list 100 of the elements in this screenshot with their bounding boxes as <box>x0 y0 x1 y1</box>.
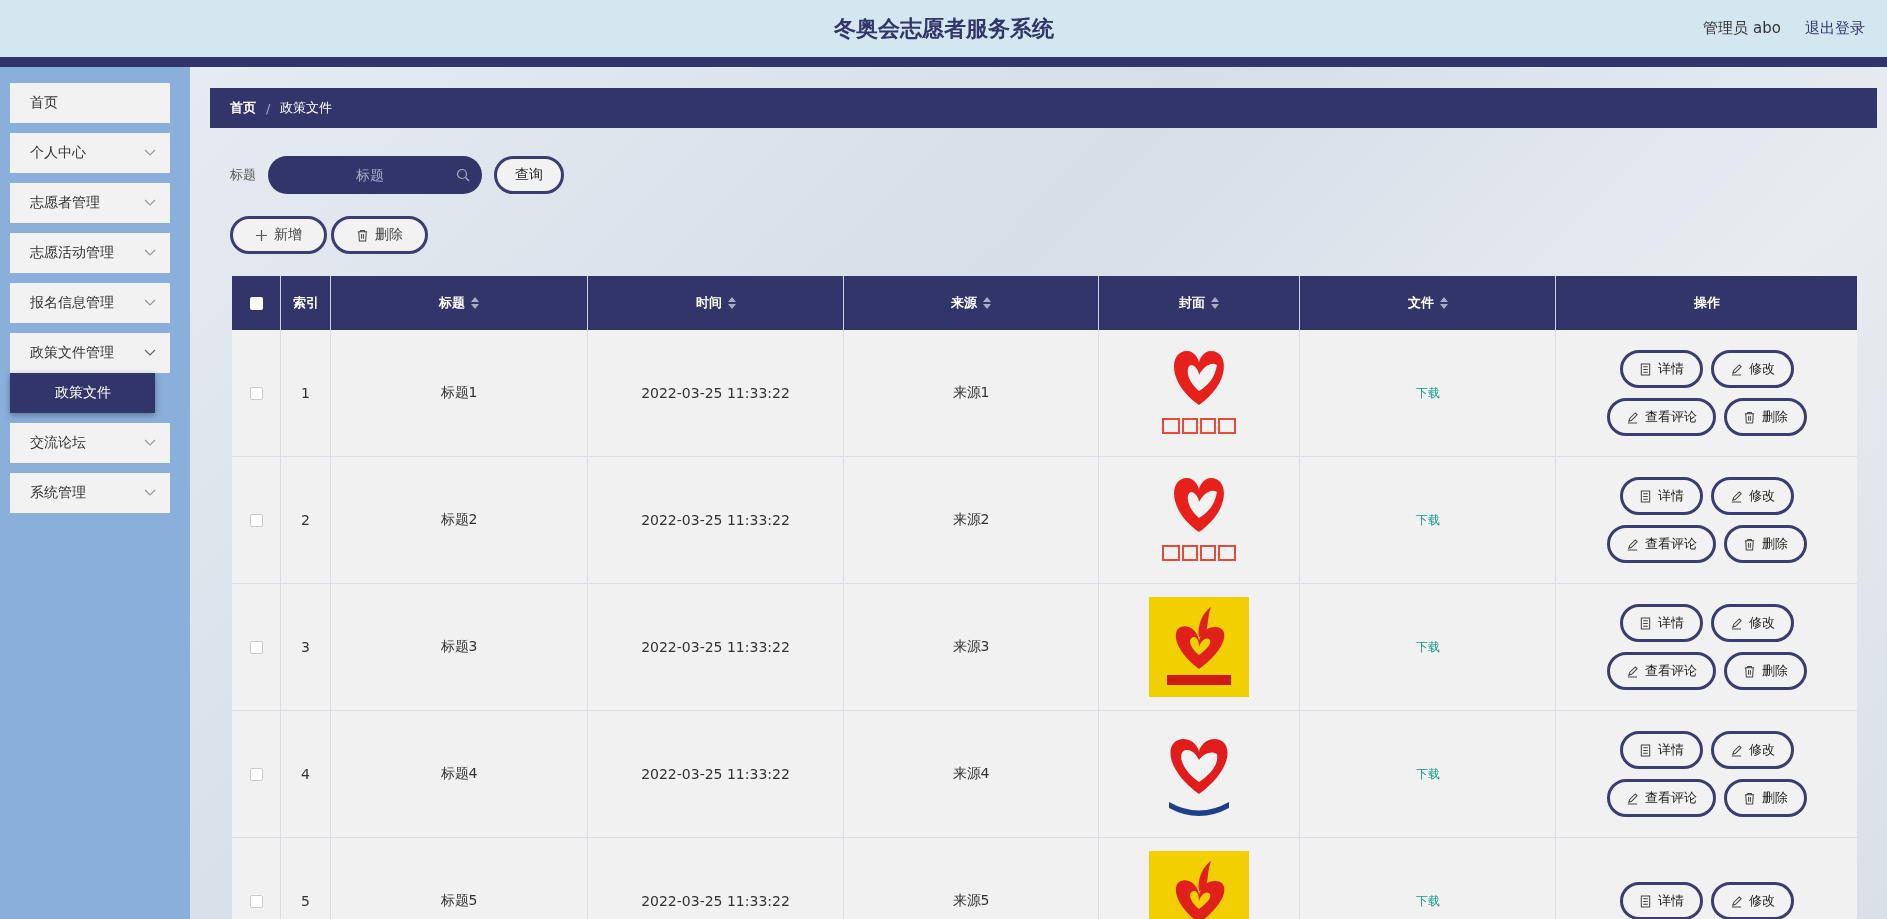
table-cell: 5 <box>301 893 310 909</box>
pencil-icon <box>1729 743 1743 757</box>
trash-icon <box>1742 537 1756 551</box>
action-button[interactable]: 查看评论 <box>1606 398 1716 436</box>
action-button[interactable]: 修改 <box>1710 477 1794 515</box>
row-checkbox[interactable] <box>249 513 263 527</box>
chevron-icon <box>144 349 156 357</box>
column-header: 文件 <box>1407 294 1434 312</box>
table-cell: 2 <box>301 512 310 528</box>
pencil-icon <box>1625 791 1639 805</box>
table-cell: 2022-03-25 11:33:22 <box>641 639 790 655</box>
search-label: 标题 <box>230 166 256 184</box>
sidebar-item[interactable]: 志愿活动管理 <box>10 233 170 273</box>
table-cell: 4 <box>301 766 310 782</box>
document-icon <box>1638 489 1652 503</box>
table-cell: 标题2 <box>440 511 478 529</box>
row-checkbox[interactable] <box>249 386 263 400</box>
chevron-icon <box>144 489 156 497</box>
breadcrumb-item[interactable]: 首页 <box>230 99 256 117</box>
sort-icon[interactable] <box>471 297 479 309</box>
document-icon <box>1638 616 1652 630</box>
document-icon <box>1638 362 1652 376</box>
delete-button[interactable]: 删除 <box>331 216 428 254</box>
sidebar-item[interactable]: 报名信息管理 <box>10 283 170 323</box>
action-button[interactable]: 删除 <box>1723 652 1807 690</box>
table-cell: 来源1 <box>952 384 990 402</box>
document-icon <box>1638 743 1652 757</box>
chevron-icon <box>144 149 156 157</box>
plus-icon <box>255 228 268 242</box>
action-button[interactable]: 详情 <box>1619 604 1703 642</box>
document-icon <box>1638 894 1652 908</box>
table-cell: 来源4 <box>952 765 990 783</box>
action-button[interactable]: 修改 <box>1710 604 1794 642</box>
column-header: 索引 <box>292 294 319 312</box>
table-cell: 3 <box>301 639 310 655</box>
table-cell: 标题5 <box>440 892 478 910</box>
sidebar-item[interactable]: 系统管理 <box>10 473 170 513</box>
table-cell: 标题1 <box>440 384 478 402</box>
user-label: 管理员 abo <box>1703 19 1781 38</box>
action-button[interactable]: 删除 <box>1723 398 1807 436</box>
breadcrumb-item: 政策文件 <box>280 99 333 117</box>
action-button[interactable]: 查看评论 <box>1606 779 1716 817</box>
action-button[interactable]: 详情 <box>1619 477 1703 515</box>
column-header: 时间 <box>695 294 722 312</box>
app-title: 冬奥会志愿者服务系统 <box>833 14 1054 43</box>
trash-icon <box>1742 791 1756 805</box>
table-cell: 2022-03-25 11:33:22 <box>641 893 790 909</box>
search-field[interactable]: 标题 <box>268 156 482 194</box>
sort-icon[interactable] <box>983 297 991 309</box>
action-button[interactable]: 修改 <box>1710 350 1794 388</box>
sidebar-item[interactable]: 首页 <box>10 83 170 123</box>
table-cell: 标题4 <box>440 765 478 783</box>
row-checkbox[interactable] <box>249 767 263 781</box>
column-header: 操作 <box>1693 294 1720 312</box>
table-cell: 2022-03-25 11:33:22 <box>641 766 790 782</box>
trash-icon <box>356 228 369 242</box>
select-all-checkbox[interactable] <box>249 296 263 310</box>
table-cell: 2022-03-25 11:33:22 <box>641 512 790 528</box>
table-cell: 来源3 <box>952 638 990 656</box>
sidebar-item[interactable]: 政策文件管理 <box>10 333 170 373</box>
sidebar-subitem[interactable]: 政策文件 <box>10 373 155 413</box>
sort-icon[interactable] <box>1439 297 1448 309</box>
search-icon <box>456 168 470 182</box>
chevron-icon <box>144 299 156 307</box>
action-button[interactable]: 详情 <box>1619 350 1703 388</box>
column-header: 封面 <box>1179 294 1205 312</box>
pencil-icon <box>1625 410 1639 424</box>
add-button[interactable]: 新增 <box>230 216 327 254</box>
column-header: 标题 <box>439 294 465 312</box>
pencil-icon <box>1729 362 1743 376</box>
sort-icon[interactable] <box>727 297 736 309</box>
action-button[interactable]: 查看评论 <box>1606 525 1716 563</box>
table-cell: 2022-03-25 11:33:22 <box>641 385 790 401</box>
row-checkbox[interactable] <box>249 640 263 654</box>
column-header: 来源 <box>951 294 977 312</box>
table-cell: 标题3 <box>440 638 478 656</box>
sidebar-item[interactable]: 个人中心 <box>10 133 170 173</box>
action-button[interactable]: 修改 <box>1710 882 1794 919</box>
action-button[interactable]: 删除 <box>1723 525 1807 563</box>
sort-icon[interactable] <box>1211 297 1219 309</box>
table-cell: 来源2 <box>952 511 990 529</box>
chevron-icon <box>144 439 156 447</box>
sidebar-item[interactable]: 交流论坛 <box>10 423 170 463</box>
pencil-icon <box>1729 616 1743 630</box>
sidebar-item[interactable]: 志愿者管理 <box>10 183 170 223</box>
trash-icon <box>1742 410 1756 424</box>
trash-icon <box>1742 664 1756 678</box>
chevron-icon <box>144 249 156 257</box>
logout-link[interactable]: 退出登录 <box>1805 19 1865 38</box>
table-cell: 1 <box>301 385 310 401</box>
action-button[interactable]: 删除 <box>1723 779 1807 817</box>
chevron-icon <box>144 199 156 207</box>
pencil-icon <box>1729 894 1743 908</box>
row-checkbox[interactable] <box>249 894 263 908</box>
action-button[interactable]: 修改 <box>1710 731 1794 769</box>
action-button[interactable]: 查看评论 <box>1606 652 1716 690</box>
action-button[interactable]: 详情 <box>1619 731 1703 769</box>
query-button[interactable]: 查询 <box>494 156 564 194</box>
action-button[interactable]: 详情 <box>1619 882 1703 919</box>
pencil-icon <box>1729 489 1743 503</box>
